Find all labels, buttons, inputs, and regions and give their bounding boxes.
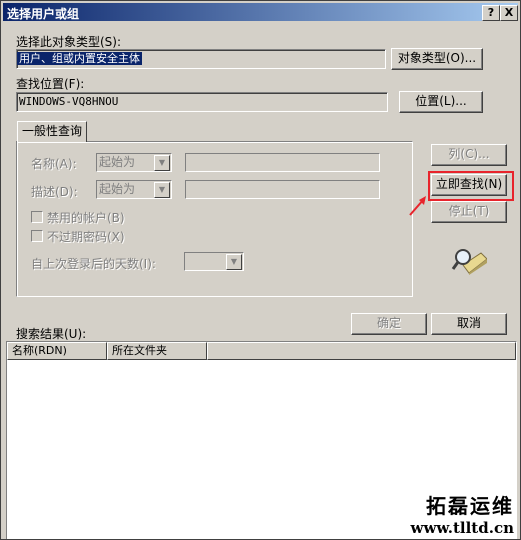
- location-field: WINDOWS-VQ8HNOU: [16, 92, 388, 112]
- locations-button[interactable]: 位置(L)...: [399, 91, 483, 113]
- title-bar: 选择用户或组 ? X: [3, 3, 518, 21]
- ok-button[interactable]: 确定: [351, 313, 427, 335]
- description-mode-select[interactable]: 起始为 ▼: [96, 180, 172, 199]
- disabled-accounts-label: 禁用的帐户(B): [47, 211, 125, 225]
- name-mode-select[interactable]: 起始为 ▼: [96, 153, 172, 172]
- chevron-down-icon: ▼: [226, 254, 242, 270]
- stop-button[interactable]: 停止(T): [431, 201, 507, 223]
- object-type-value: 用户、组或内置安全主体: [17, 52, 142, 65]
- name-mode-value: 起始为: [99, 155, 136, 169]
- object-type-field: 用户、组或内置安全主体: [16, 49, 386, 69]
- close-button[interactable]: X: [500, 5, 518, 21]
- columns-button[interactable]: 列(C)...: [431, 144, 507, 166]
- tab-common-queries[interactable]: 一般性查询: [17, 121, 88, 142]
- column-header-filler: [207, 342, 516, 360]
- dialog-title: 选择用户或组: [7, 7, 80, 21]
- object-types-button[interactable]: 对象类型(O)...: [391, 48, 483, 70]
- name-label: 名称(A):: [31, 157, 77, 171]
- chevron-down-icon: ▼: [154, 182, 170, 198]
- find-now-highlight: [428, 171, 514, 201]
- name-input[interactable]: [185, 153, 380, 172]
- search-magnifier-icon: [451, 249, 487, 275]
- disabled-accounts-checkbox[interactable]: [31, 211, 43, 223]
- watermark: 拓磊运维 www.tlltd.cn: [411, 490, 514, 537]
- days-since-logon-select[interactable]: ▼: [184, 252, 244, 271]
- cancel-button[interactable]: 取消: [431, 313, 507, 335]
- help-button[interactable]: ?: [482, 5, 500, 21]
- description-input[interactable]: [185, 180, 380, 199]
- watermark-logo-text: 拓磊运维: [426, 494, 514, 518]
- days-since-logon-label: 自上次登录后的天数(I):: [31, 257, 156, 271]
- column-header-folder[interactable]: 所在文件夹: [107, 342, 207, 360]
- search-results-label: 搜索结果(U):: [16, 327, 87, 341]
- column-header-name[interactable]: 名称(RDN): [7, 342, 107, 360]
- description-mode-value: 起始为: [99, 182, 136, 196]
- non-expiring-password-checkbox[interactable]: [31, 230, 43, 242]
- description-label: 描述(D):: [31, 185, 78, 199]
- object-type-label: 选择此对象类型(S):: [16, 35, 122, 49]
- select-users-dialog: 选择用户或组 ? X 选择此对象类型(S): 用户、组或内置安全主体 对象类型(…: [0, 0, 521, 540]
- non-expiring-password-label: 不过期密码(X): [47, 230, 125, 244]
- chevron-down-icon: ▼: [154, 155, 170, 171]
- red-arrow-icon: [409, 196, 426, 216]
- location-label: 查找位置(F):: [16, 77, 85, 91]
- watermark-url: www.tlltd.cn: [410, 519, 514, 537]
